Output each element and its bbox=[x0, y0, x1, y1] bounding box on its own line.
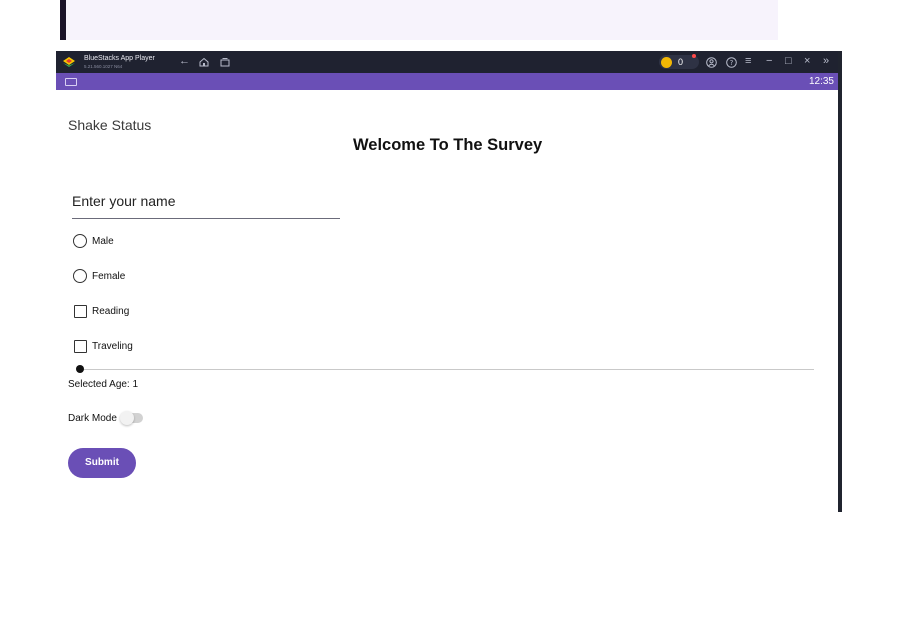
reading-checkbox[interactable] bbox=[74, 305, 87, 318]
traveling-checkbox[interactable] bbox=[74, 340, 87, 353]
name-input[interactable] bbox=[72, 184, 340, 219]
traveling-label: Traveling bbox=[92, 341, 133, 352]
status-bar: 12:35 bbox=[56, 73, 840, 90]
status-time: 12:35 bbox=[808, 76, 834, 87]
page-title: Welcome To The Survey bbox=[353, 136, 543, 154]
age-slider-thumb[interactable] bbox=[76, 365, 84, 373]
age-slider-track[interactable] bbox=[81, 369, 814, 370]
recents-icon[interactable] bbox=[220, 57, 230, 67]
female-radio[interactable] bbox=[73, 269, 87, 283]
dark-mode-switch-thumb[interactable] bbox=[120, 411, 134, 425]
menu-icon[interactable]: ≡ bbox=[745, 55, 751, 67]
app-version: 5.21.560.1027 N64 bbox=[84, 64, 123, 69]
close-icon[interactable]: × bbox=[804, 55, 810, 67]
coin-count: 0 bbox=[678, 57, 684, 67]
bluestacks-logo bbox=[63, 57, 75, 67]
window-edge bbox=[838, 51, 842, 512]
background-band-edge bbox=[60, 0, 66, 40]
account-icon[interactable] bbox=[706, 57, 717, 68]
app-name: BlueStacks App Player bbox=[84, 55, 155, 62]
coin-icon bbox=[661, 57, 672, 68]
shake-status-label: Shake Status bbox=[68, 117, 152, 133]
maximize-icon[interactable]: □ bbox=[785, 55, 792, 67]
male-label: Male bbox=[92, 236, 114, 247]
emulator-window: BlueStacks App Player 5.21.560.1027 N64 … bbox=[56, 51, 840, 512]
selected-age-label: Selected Age: 1 bbox=[68, 379, 139, 390]
submit-button[interactable]: Submit bbox=[68, 448, 136, 478]
back-arrow-icon[interactable]: ← bbox=[179, 55, 190, 67]
home-icon[interactable] bbox=[199, 57, 209, 67]
reading-label: Reading bbox=[92, 306, 130, 317]
male-radio[interactable] bbox=[73, 234, 87, 248]
keyboard-icon bbox=[65, 78, 77, 86]
minimize-icon[interactable]: − bbox=[766, 55, 772, 67]
title-bar: BlueStacks App Player 5.21.560.1027 N64 … bbox=[56, 51, 840, 73]
expand-sidebar-icon[interactable]: » bbox=[823, 55, 829, 67]
notification-dot bbox=[692, 54, 696, 58]
dark-mode-label: Dark Mode bbox=[68, 413, 117, 424]
background-band bbox=[60, 0, 778, 40]
svg-text:?: ? bbox=[730, 59, 734, 67]
help-icon[interactable]: ? bbox=[726, 57, 737, 68]
female-label: Female bbox=[92, 271, 126, 282]
